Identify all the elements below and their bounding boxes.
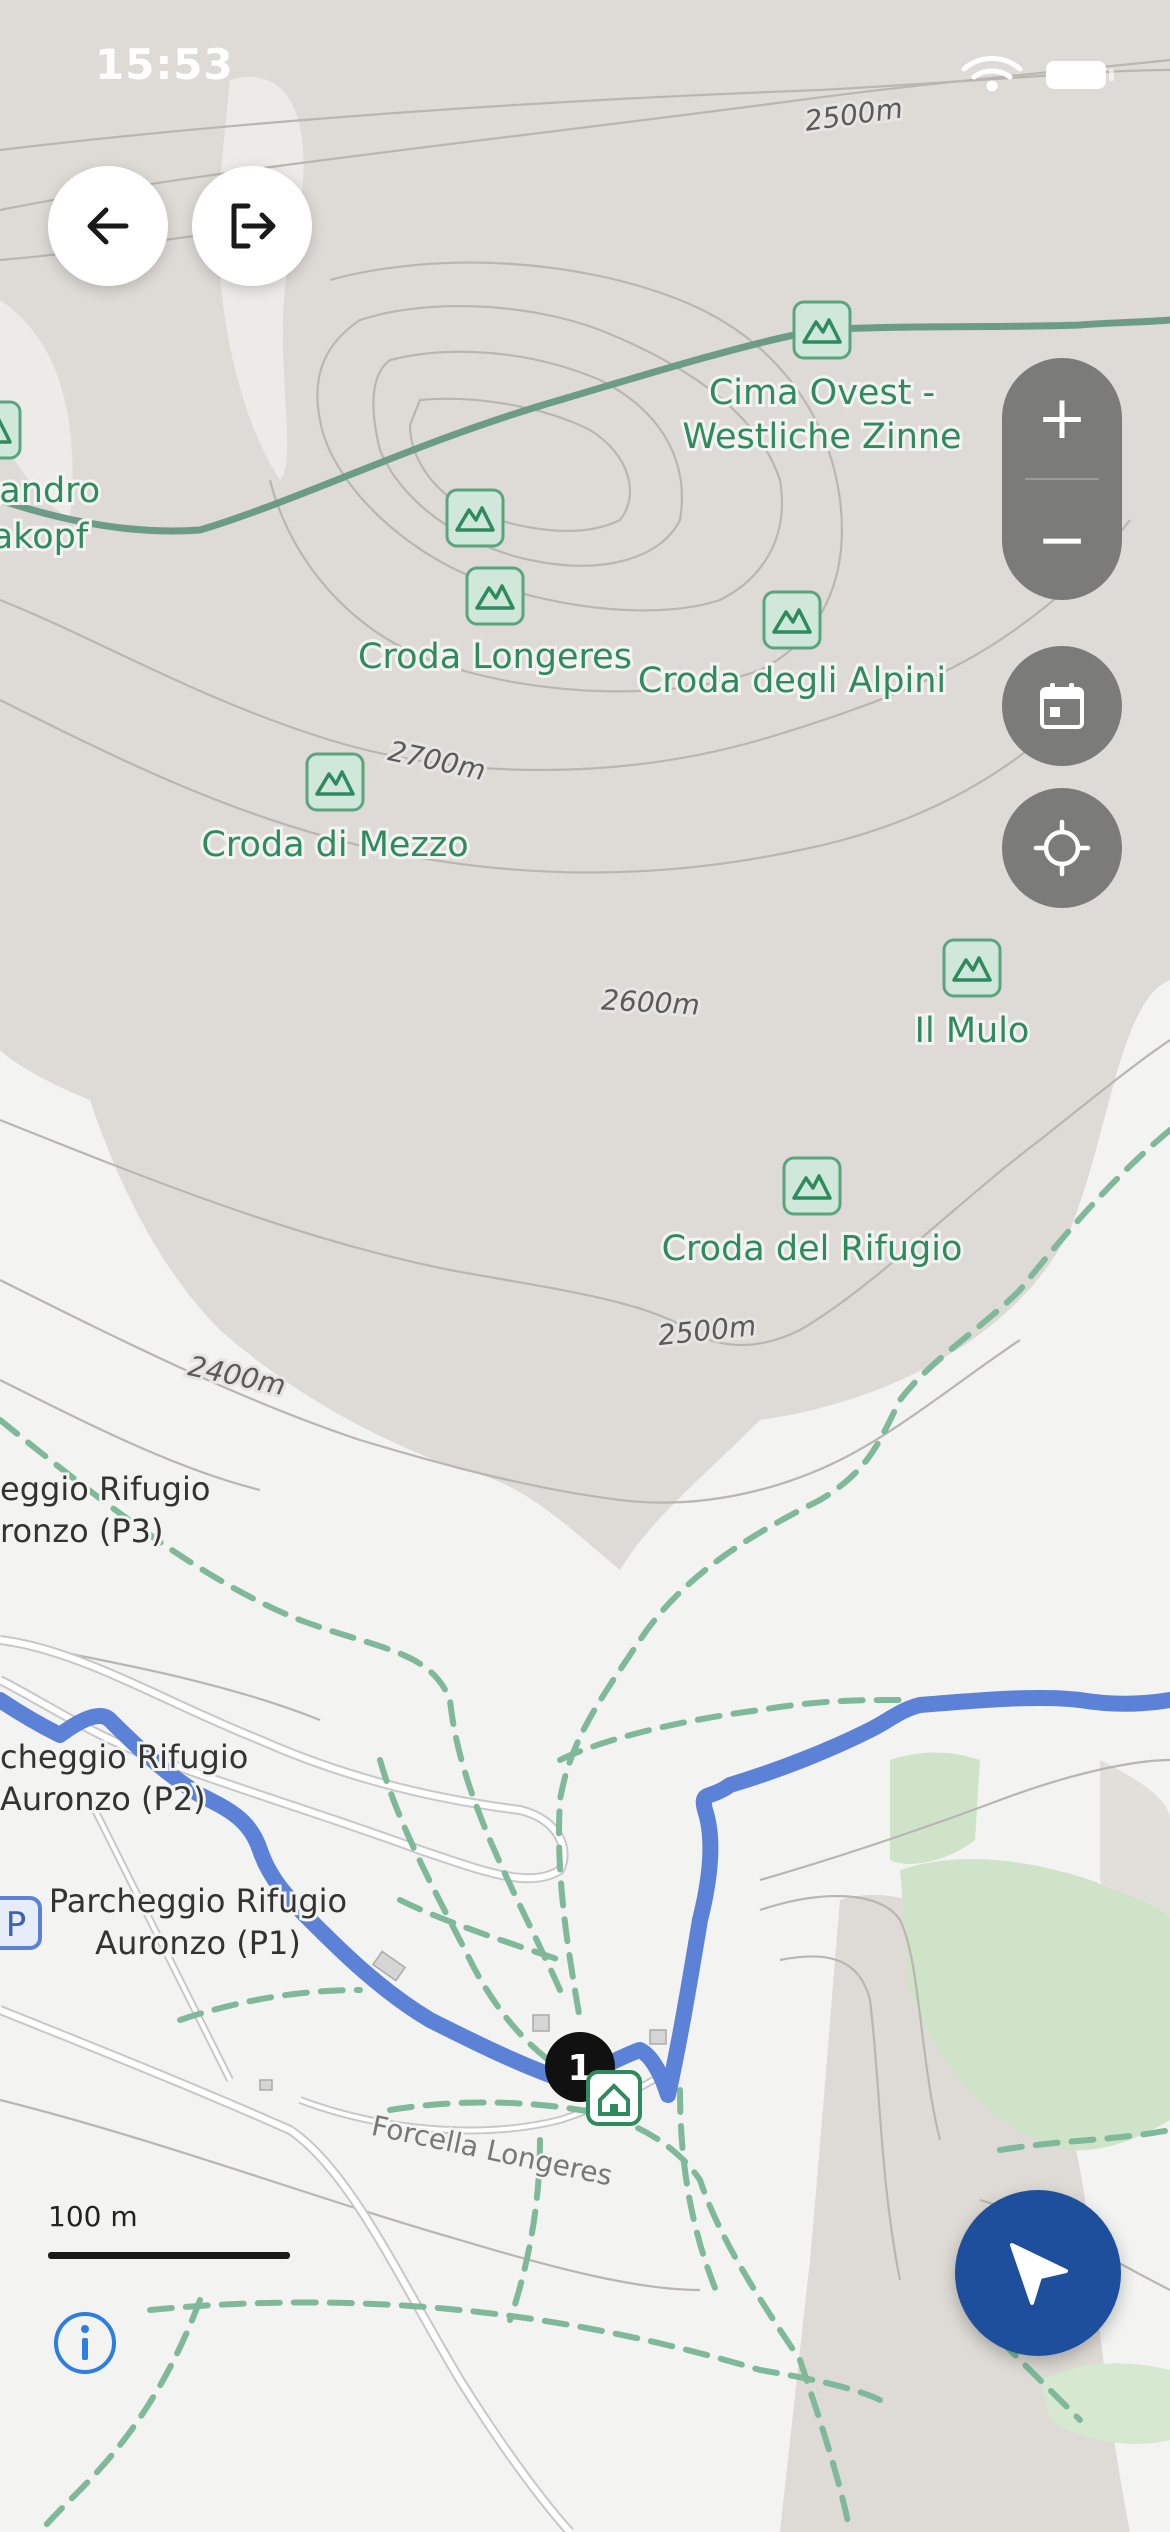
mountain-icon[interactable] — [782, 1156, 842, 1216]
exit-button[interactable] — [192, 166, 312, 286]
peak-label-cima-ovest: Cima Ovest - — [709, 373, 935, 413]
back-button[interactable] — [48, 166, 168, 286]
mountain-icon[interactable] — [0, 400, 22, 460]
zoom-control: + − — [1002, 358, 1122, 600]
scale-bar — [48, 2252, 290, 2259]
navigate-button[interactable] — [955, 2190, 1121, 2356]
battery-icon — [1046, 61, 1114, 89]
peak-label-croda-longeres: Croda Longeres — [358, 637, 632, 677]
status-icons — [961, 56, 1114, 92]
contour-label-2600: 2600m — [600, 983, 700, 1021]
mountain-icon[interactable] — [762, 590, 822, 650]
navigation-arrow-icon — [1010, 2243, 1068, 2305]
locate-button[interactable] — [1002, 788, 1122, 908]
map-canvas[interactable]: 1 Cima Ovest - Westliche Zinne Croda Lon… — [0, 0, 1170, 2532]
parking-label-p1-line1: Parcheggio Rifugio — [49, 1882, 347, 1920]
mountain-icon[interactable] — [445, 488, 505, 548]
peak-label-il-mulo: Il Mulo — [915, 1011, 1030, 1051]
zoom-in-button[interactable]: + — [1002, 358, 1122, 478]
wifi-icon — [961, 56, 1023, 92]
parking-label-p2-line2: Auronzo (P2) — [0, 1780, 206, 1818]
crosshair-icon — [1033, 819, 1091, 877]
mountain-icon[interactable] — [792, 300, 852, 360]
peak-label-landro: Landro — [0, 471, 100, 511]
logout-icon — [231, 203, 276, 249]
peak-label-westliche-zinne: Westliche Zinne — [682, 417, 961, 457]
peak-label-croda-di-mezzo: Croda di Mezzo — [201, 825, 468, 865]
peak-label-croda-degli-alpini: Croda degli Alpini — [638, 661, 946, 701]
scale-label: 100 m — [48, 2200, 138, 2233]
parking-sign: P — [6, 1905, 27, 1945]
calendar-icon — [1040, 683, 1084, 729]
mountain-icon[interactable] — [942, 938, 1002, 998]
info-icon[interactable] — [52, 2310, 118, 2376]
arrow-left-icon — [87, 207, 129, 245]
mountain-icon[interactable] — [305, 752, 365, 812]
parking-label-p2-line1: cheggio Rifugio — [0, 1738, 248, 1776]
parking-icon[interactable]: P — [0, 1896, 42, 1950]
mountain-icon[interactable] — [465, 566, 525, 626]
status-time: 15:53 — [95, 40, 234, 89]
parking-label-p3-line1: eggio Rifugio — [0, 1470, 210, 1508]
peak-label-croda-del-rifugio: Croda del Rifugio — [662, 1229, 963, 1269]
zoom-out-button[interactable]: − — [1002, 480, 1122, 600]
hut-icon[interactable] — [586, 2070, 642, 2126]
calendar-button[interactable] — [1002, 646, 1122, 766]
parking-label-p3-line2: ronzo (P3) — [0, 1512, 163, 1550]
parking-label-p1-line2: Auronzo (P1) — [95, 1924, 301, 1962]
peak-label-akopf: akopf — [0, 517, 89, 557]
